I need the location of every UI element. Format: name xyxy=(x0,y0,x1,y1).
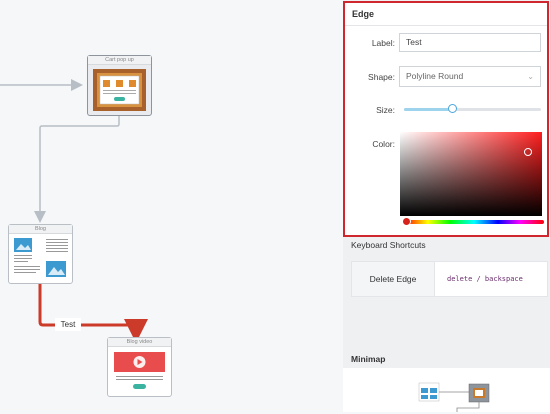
node-cart-pop-up[interactable]: Cart pop up xyxy=(87,55,152,116)
hue-slider-handle[interactable] xyxy=(402,217,411,226)
minimap-preview xyxy=(418,382,490,412)
label-field-label: Label: xyxy=(371,38,395,48)
node-title: Blog video xyxy=(108,338,171,347)
node-title: Blog xyxy=(9,225,72,234)
cart-popup-thumbnail xyxy=(93,69,146,111)
shape-select-value: Polyline Round xyxy=(406,71,464,81)
blog-thumbnail xyxy=(14,238,68,277)
blog-video-thumbnail xyxy=(114,352,165,389)
keyboard-shortcuts-title: Keyboard Shortcuts xyxy=(351,240,426,250)
edge-label[interactable]: Test xyxy=(55,318,81,331)
chevron-down-icon: ⌄ xyxy=(527,72,534,81)
size-slider[interactable] xyxy=(404,104,541,113)
color-field-label: Color: xyxy=(372,139,395,149)
edge-section-title: Edge xyxy=(345,3,547,26)
edge-cart-to-blog[interactable] xyxy=(34,116,120,223)
hue-slider[interactable] xyxy=(402,217,544,226)
color-saturation-picker[interactable] xyxy=(400,132,542,216)
shortcut-name: Delete Edge xyxy=(352,262,435,296)
shortcut-keys: delete / backspace xyxy=(447,275,523,283)
node-blog[interactable]: Blog xyxy=(8,224,73,284)
size-slider-fill xyxy=(404,108,452,111)
minimap[interactable] xyxy=(343,368,550,412)
size-field-label: Size: xyxy=(376,105,395,115)
edge-label-input[interactable]: Test xyxy=(399,33,541,52)
minimap-title: Minimap xyxy=(351,354,386,364)
flow-canvas[interactable]: Cart pop up Blog Test Blog video xyxy=(0,0,343,412)
node-blog-video[interactable]: Blog video xyxy=(107,337,172,397)
shape-field-label: Shape: xyxy=(368,72,395,82)
shortcut-row: Delete Edge delete / backspace xyxy=(351,261,548,297)
edge-properties-box: Edge Label: Test Shape: Polyline Round ⌄… xyxy=(343,1,549,237)
shape-select[interactable]: Polyline Round ⌄ xyxy=(399,66,541,87)
node-title: Cart pop up xyxy=(88,56,151,65)
color-picker-handle[interactable] xyxy=(524,148,532,156)
size-slider-handle[interactable] xyxy=(447,104,457,113)
